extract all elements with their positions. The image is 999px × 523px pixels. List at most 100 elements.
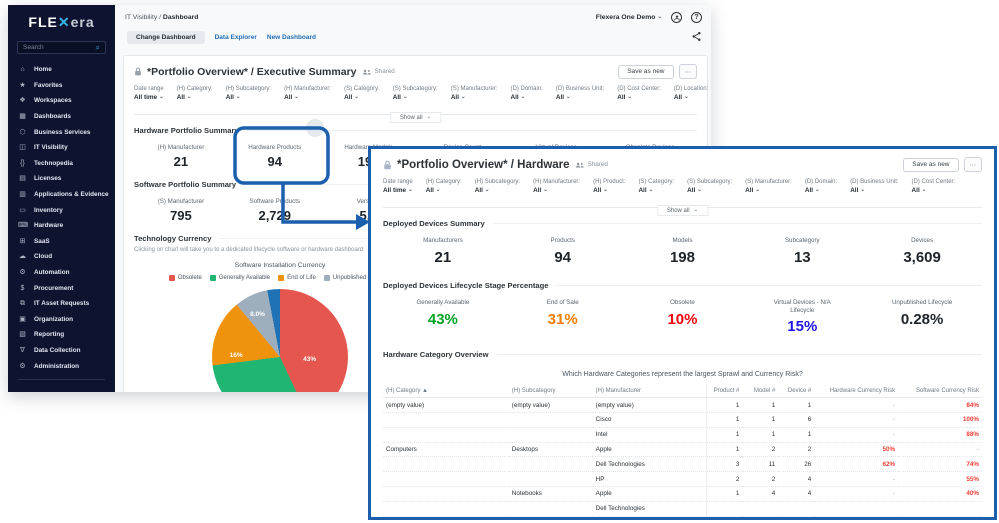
filter-s-manufacturer[interactable]: (S) Manufacturer:All⌄ (745, 179, 792, 194)
cloud-icon: ☁ (18, 253, 27, 260)
table-column-header[interactable]: (H) Subcategory (509, 385, 593, 398)
show-all-toggle[interactable]: Show all⌄ (657, 205, 708, 216)
screenshot-canvas: FLE✕era ⌕ ⌂Home★Favorites❖Workspaces▦Das… (0, 0, 999, 523)
sidebar-item-applications-evidence[interactable]: ▥Applications & Evidence (8, 187, 115, 203)
more-options-button[interactable]: ⋯ (679, 64, 698, 79)
chevron-down-icon: ⌄ (603, 188, 608, 194)
sidebar-item-it-visibility[interactable]: ◫IT Visibility (8, 140, 115, 156)
sidebar-item-administration[interactable]: ⚙Administration (8, 358, 115, 374)
sidebar-item-label: IT Visibility (34, 144, 68, 151)
table-column-header[interactable]: Device # (778, 385, 814, 398)
filter-s-manufacturer[interactable]: (S) Manufacturer:All⌄ (451, 86, 498, 101)
share-icon[interactable] (691, 31, 702, 42)
sidebar: FLE✕era ⌕ ⌂Home★Favorites❖Workspaces▦Das… (8, 5, 115, 392)
sidebar-item-label: Dashboards (34, 113, 71, 120)
table-column-header[interactable]: Product # (706, 385, 742, 398)
chevron-down-icon: ⌄ (436, 188, 441, 194)
filter-h-category[interactable]: (H) Category:All⌄ (177, 86, 213, 101)
stat-label: Generally Available (403, 299, 483, 307)
filter-s-subcategory[interactable]: (S) Subcategory:All⌄ (687, 179, 732, 194)
sidebar-item-home[interactable]: ⌂Home (8, 62, 115, 78)
table-cell (778, 501, 814, 516)
pie-chart[interactable]: 43% 16% 8.0% (212, 289, 348, 392)
filter-value-text: All (426, 187, 434, 194)
sidebar-item-procurement[interactable]: $Procurement (8, 280, 115, 296)
deployed-devices-stats: Manufacturers21Products94Models198Subcat… (383, 237, 982, 266)
filter-date-range[interactable]: Date rangeAll time⌄ (383, 179, 413, 194)
table-column-header[interactable]: Software Currency Risk (898, 385, 982, 398)
avatar-icon[interactable] (671, 12, 682, 23)
stat-value: 21 (383, 249, 503, 266)
table-column-header[interactable]: (H) Manufacturer (593, 385, 707, 398)
table-cell: 2 (778, 442, 814, 457)
filter-h-product[interactable]: (H) Product:All⌄ (593, 179, 625, 194)
filter-value: All time⌄ (383, 187, 413, 194)
sidebar-item-automation[interactable]: ⚙Automation (8, 265, 115, 281)
filter-s-subcategory[interactable]: (S) Subcategory:All⌄ (393, 86, 438, 101)
table-column-header[interactable]: Model # (742, 385, 778, 398)
stat-label: Devices (882, 237, 962, 245)
sidebar-item-hardware[interactable]: ⌨Hardware (8, 218, 115, 234)
filter-h-manufacturer[interactable]: (H) Manufacturer:All⌄ (533, 179, 580, 194)
filter-value: All⌄ (745, 187, 792, 194)
sidebar-item-saas[interactable]: ⊞SaaS (8, 234, 115, 250)
table-cell: 2 (742, 442, 778, 457)
table-column-header[interactable]: (H) Category ▲ (383, 385, 509, 398)
sidebar-search[interactable]: ⌕ (17, 41, 106, 54)
sidebar-item-organization[interactable]: ▣Organization (8, 312, 115, 328)
filter-label: Date range (134, 86, 164, 92)
filter-h-manufacturer[interactable]: (H) Manufacturer:All⌄ (284, 86, 331, 101)
sidebar-item-inventory[interactable]: ▭Inventory (8, 202, 115, 218)
table-cell: 62% (814, 457, 898, 472)
table-cell: Computers (383, 442, 509, 457)
filter-label: (H) Subcategory: (226, 86, 271, 92)
sidebar-item-label: Home (34, 66, 52, 73)
table-column-header[interactable]: Hardware Currency Risk (814, 385, 898, 398)
section-title-deployed-devices: Deployed Devices Summary (383, 219, 485, 228)
more-options-button[interactable]: ⋯ (964, 157, 983, 172)
sidebar-item-business-services[interactable]: ⬡Business Services (8, 124, 115, 140)
filter-d-location[interactable]: (D) Location:All⌄ (674, 86, 708, 101)
data-explorer-link[interactable]: Data Explorer (215, 34, 257, 41)
sidebar-item-reporting[interactable]: ▧Reporting (8, 327, 115, 343)
chevron-down-icon: ⌄ (657, 15, 662, 21)
filter-label: (D) Cost Center: (912, 179, 956, 185)
filter-s-category[interactable]: (S) Category:All⌄ (344, 86, 380, 101)
change-dashboard-button[interactable]: Change Dashboard (127, 31, 205, 44)
filter-d-business-unit[interactable]: (D) Business Unit:All⌄ (556, 86, 604, 101)
filter-h-category[interactable]: (H) Category:All⌄ (426, 179, 462, 194)
tenant-selector[interactable]: Flexera One Demo⌄ (596, 14, 662, 21)
search-input[interactable] (23, 44, 96, 51)
sidebar-item-workspaces[interactable]: ❖Workspaces (8, 93, 115, 109)
table-cell: (empty value) (593, 398, 707, 413)
filter-s-category[interactable]: (S) Category:All⌄ (638, 179, 674, 194)
filter-d-domain[interactable]: (D) Domain:All⌄ (511, 86, 543, 101)
filter-value-text: All (284, 94, 292, 101)
sidebar-item-dashboards[interactable]: ▦Dashboards (8, 109, 115, 125)
filter-label: (H) Subcategory: (475, 179, 520, 185)
sidebar-item-cloud[interactable]: ☁Cloud (8, 249, 115, 265)
filter-date-range[interactable]: Date rangeAll time⌄ (134, 86, 164, 101)
legend-item-generally-available: Generally Available (210, 275, 270, 281)
breadcrumb[interactable]: IT Visibility / Dashboard (125, 14, 198, 21)
save-as-new-button[interactable]: Save as new (903, 158, 958, 172)
show-all-toggle[interactable]: Show all⌄ (390, 112, 441, 123)
save-as-new-button[interactable]: Save as new (618, 65, 673, 79)
filter-d-cost-center[interactable]: (D) Cost Center:All⌄ (912, 179, 956, 194)
sidebar-item-technopedia[interactable]: {}Technopedia (8, 156, 115, 172)
filter-d-domain[interactable]: (D) Domain:All⌄ (805, 179, 837, 194)
sidebar-item-data-collection[interactable]: ∇Data Collection (8, 343, 115, 359)
sidebar-item-licenses[interactable]: ▤Licenses (8, 171, 115, 187)
sidebar-item-it-asset-requests[interactable]: ⧉IT Asset Requests (8, 296, 115, 312)
filter-d-cost-center[interactable]: (D) Cost Center:All⌄ (617, 86, 661, 101)
new-dashboard-link[interactable]: New Dashboard (267, 34, 316, 41)
filter-h-subcategory[interactable]: (H) Subcategory:All⌄ (475, 179, 520, 194)
star-icon: ★ (18, 82, 27, 89)
help-icon[interactable]: ? (691, 12, 702, 23)
filter-d-business-unit[interactable]: (D) Business Unit:All⌄ (850, 179, 898, 194)
table-row: Intel111-88% (383, 427, 982, 442)
lock-icon (383, 160, 392, 170)
sidebar-item-label: Applications & Evidence (34, 191, 109, 198)
sidebar-item-favorites[interactable]: ★Favorites (8, 78, 115, 94)
filter-h-subcategory[interactable]: (H) Subcategory:All⌄ (226, 86, 271, 101)
